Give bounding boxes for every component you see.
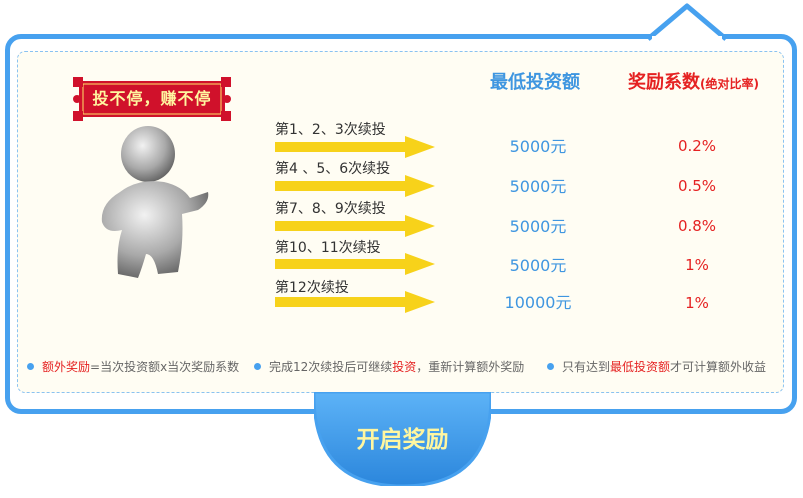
bullet-dot-icon: [27, 363, 34, 370]
min-invest-value: 5000元: [509, 256, 567, 275]
reward-rate-value: 1%: [685, 294, 709, 312]
min-invest-value: 5000元: [509, 177, 567, 196]
note-text: 完成12次续投后可继续: [269, 360, 393, 374]
note-highlight: 最低投资额: [610, 360, 671, 374]
reward-rate-value: 0.2%: [677, 137, 717, 155]
reward-coef-header: 奖励系数(绝对比率): [628, 71, 759, 96]
note-1: 额外奖励=当次投资额x当次奖励系数: [27, 358, 239, 376]
bullet-dot-icon: [547, 363, 554, 370]
start-reward-button[interactable]: 开启奖励: [314, 424, 491, 456]
note-text: 只有达到: [562, 360, 611, 374]
note-2: 完成12次续投后可继续投资，重新计算额外奖励: [254, 358, 524, 376]
banner-title: 投不停，赚不停: [92, 89, 212, 108]
arrow-right-icon: [275, 253, 435, 275]
note-highlight: 额外奖励: [42, 360, 91, 374]
note-text: ，重新计算额外奖励: [416, 360, 525, 374]
person-figure-icon: [101, 126, 209, 278]
min-invest-header: 最低投资额: [490, 72, 580, 93]
reward-coef-title: 奖励系数: [628, 72, 700, 93]
note-highlight: 投资: [392, 360, 417, 374]
arrow-right-icon: [275, 175, 435, 197]
bullet-dot-icon: [254, 363, 261, 370]
reward-rate-value: 1%: [685, 256, 709, 274]
min-invest-value: 10000元: [504, 293, 572, 312]
note-text: =当次投资额x当次奖励系数: [90, 360, 240, 374]
arrow-right-icon: [275, 215, 435, 237]
min-invest-value: 5000元: [509, 217, 567, 236]
note-3: 只有达到最低投资额才可计算额外收益: [547, 358, 766, 376]
min-invest-value: 5000元: [509, 137, 567, 156]
arrow-right-icon: [275, 291, 435, 313]
reward-rate-value: 0.8%: [677, 217, 717, 235]
note-text: 才可计算额外收益: [670, 360, 767, 374]
reward-rate-value: 0.5%: [677, 177, 717, 195]
reward-coef-subtitle: (绝对比率): [700, 77, 759, 91]
card-pointer-tab: [648, 3, 726, 41]
footnotes: 额外奖励=当次投资额x当次奖励系数 完成12次续投后可继续投资，重新计算额外奖励…: [27, 358, 787, 376]
arrow-right-icon: [275, 136, 435, 158]
